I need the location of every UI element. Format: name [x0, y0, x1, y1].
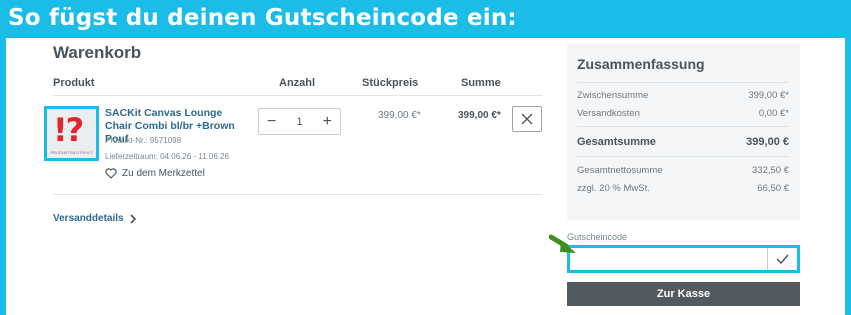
- grand-total-label: Gesamtsumme: [577, 136, 656, 148]
- order-summary: Zusammenfassung Zwischensumme 399,00 €* …: [567, 44, 800, 220]
- summary-title: Zusammenfassung: [577, 56, 705, 72]
- missing-image-caption: PRODUKTBILD FEHLT: [50, 150, 93, 155]
- product-number: Produkt-Nr.: 9571098: [105, 136, 182, 145]
- tutorial-banner-title: So fügst du deinen Gutscheincode ein:: [8, 5, 517, 31]
- arrow-icon: [549, 234, 576, 253]
- close-icon: [521, 113, 533, 125]
- shipping-label: Versandkosten: [577, 108, 640, 119]
- cart-page: Warenkorb Produkt Anzahl Stückpreis Summ…: [6, 38, 845, 315]
- net-total-value: 332,50 €: [752, 165, 789, 176]
- add-to-wishlist-link[interactable]: Zu dem Merkzettel: [105, 168, 205, 179]
- line-total: 399,00 €*: [458, 110, 501, 121]
- unit-price: 399,00 €*: [378, 110, 421, 121]
- item-divider: [53, 194, 542, 195]
- column-header-total: Summe: [461, 77, 501, 89]
- vat-value: 66,50 €: [757, 183, 789, 194]
- subtotal-value: 399,00 €*: [748, 90, 789, 101]
- summary-divider: [577, 82, 789, 83]
- summary-divider: [577, 156, 789, 157]
- quantity-value[interactable]: 1: [296, 116, 302, 128]
- shipping-details-link[interactable]: Versanddetails: [53, 213, 136, 224]
- summary-row-grand-total: Gesamtsumme 399,00 €: [577, 136, 789, 148]
- check-icon: [776, 254, 789, 264]
- remove-item-button[interactable]: [512, 106, 542, 132]
- column-header-product: Produkt: [53, 77, 95, 89]
- grand-total-value: 399,00 €: [746, 136, 789, 148]
- cart-title: Warenkorb: [53, 43, 142, 62]
- shipping-details-label: Versanddetails: [53, 213, 124, 224]
- summary-row-vat: zzgl. 20 % MwSt. 66,50 €: [577, 183, 789, 194]
- product-thumbnail[interactable]: !? PRODUKTBILD FEHLT: [44, 106, 99, 161]
- summary-row-subtotal: Zwischensumme 399,00 €*: [577, 90, 789, 101]
- heart-icon: [105, 168, 117, 179]
- chevron-right-icon: [130, 213, 136, 224]
- column-header-unit-price: Stückpreis: [362, 77, 419, 89]
- net-total-label: Gesamtnettosumme: [577, 165, 663, 176]
- voucher-input[interactable]: [570, 248, 767, 270]
- column-header-quantity: Anzahl: [279, 77, 316, 89]
- vat-label: zzgl. 20 % MwSt.: [577, 183, 650, 194]
- summary-row-net: Gesamtnettosumme 332,50 €: [577, 165, 789, 176]
- summary-divider: [577, 126, 789, 127]
- missing-image-mark: !?: [53, 111, 84, 149]
- summary-row-shipping: Versandkosten 0,00 €*: [577, 108, 789, 119]
- apply-voucher-button[interactable]: [767, 248, 797, 270]
- wishlist-label: Zu dem Merkzettel: [122, 168, 205, 179]
- checkout-button[interactable]: Zur Kasse: [567, 282, 800, 306]
- voucher-field[interactable]: [567, 245, 800, 273]
- shipping-value: 0,00 €*: [758, 108, 789, 119]
- quantity-increase-button[interactable]: +: [323, 113, 332, 131]
- quantity-decrease-button[interactable]: −: [267, 113, 276, 131]
- header-divider: [53, 95, 542, 96]
- subtotal-label: Zwischensumme: [577, 90, 649, 101]
- delivery-period: Lieferzeitraum: 04.06.26 - 11.06.26: [105, 152, 229, 161]
- quantity-stepper[interactable]: − 1 +: [258, 108, 341, 135]
